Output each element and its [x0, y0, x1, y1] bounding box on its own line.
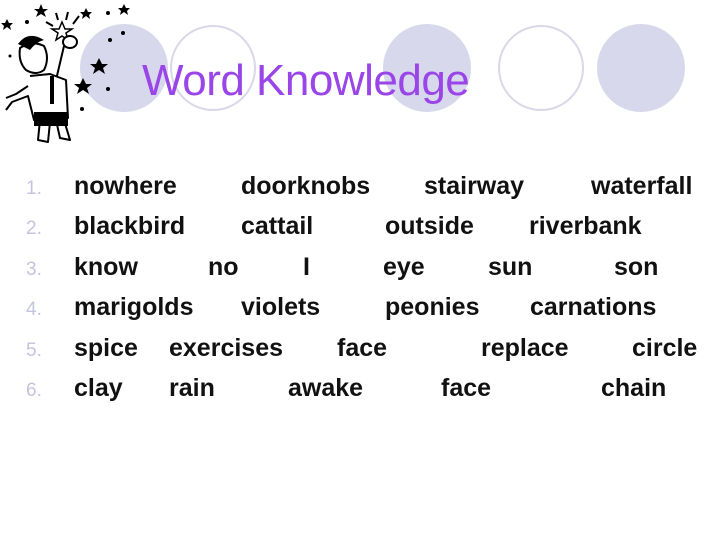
list-item: 5. spice exercises face replace circle — [0, 334, 720, 374]
list-number: 1. — [26, 178, 42, 199]
word: exercises — [169, 334, 284, 362]
word: violets — [241, 293, 321, 321]
word: replace — [481, 334, 569, 362]
word: chain — [601, 374, 667, 402]
list-number: 3. — [26, 259, 42, 280]
word: clay — [74, 374, 123, 402]
list-number: 2. — [26, 218, 42, 239]
word: outside — [385, 212, 474, 240]
word: awake — [288, 374, 364, 402]
word: face — [441, 374, 492, 402]
word: circle — [632, 334, 698, 362]
word: nowhere — [74, 172, 177, 200]
cartoon-man-icon — [1, 4, 130, 143]
list-item: 4. marigolds violets peonies carnations — [0, 293, 720, 333]
word: no — [208, 253, 239, 281]
word: sun — [488, 253, 533, 281]
list-item: 6. clay rain awake face chain — [0, 374, 720, 414]
list-number: 4. — [26, 299, 42, 320]
word: carnations — [530, 293, 657, 321]
list-number: 6. — [26, 380, 42, 401]
slide-title: Word Knowledge — [142, 56, 470, 105]
word: blackbird — [74, 212, 186, 240]
word: son — [614, 253, 659, 281]
word: cattail — [241, 212, 314, 240]
word: waterfall — [591, 172, 693, 200]
list-item: 1. nowhere doorknobs stairway waterfall — [0, 172, 720, 212]
word: spice — [74, 334, 138, 362]
word: face — [337, 334, 388, 362]
circle-filled — [597, 24, 685, 112]
word: stairway — [424, 172, 525, 200]
word: riverbank — [529, 212, 642, 240]
word: marigolds — [74, 293, 194, 321]
list-item: 3. know no I eye sun son — [0, 253, 720, 293]
word: know — [74, 253, 138, 281]
word: doorknobs — [241, 172, 371, 200]
word: rain — [169, 374, 215, 402]
circle-outline — [498, 25, 584, 111]
word: eye — [383, 253, 425, 281]
word: I — [303, 253, 310, 281]
word: peonies — [385, 293, 480, 321]
list-item: 2. blackbird cattail outside riverbank — [0, 212, 720, 252]
list-number: 5. — [26, 340, 42, 361]
